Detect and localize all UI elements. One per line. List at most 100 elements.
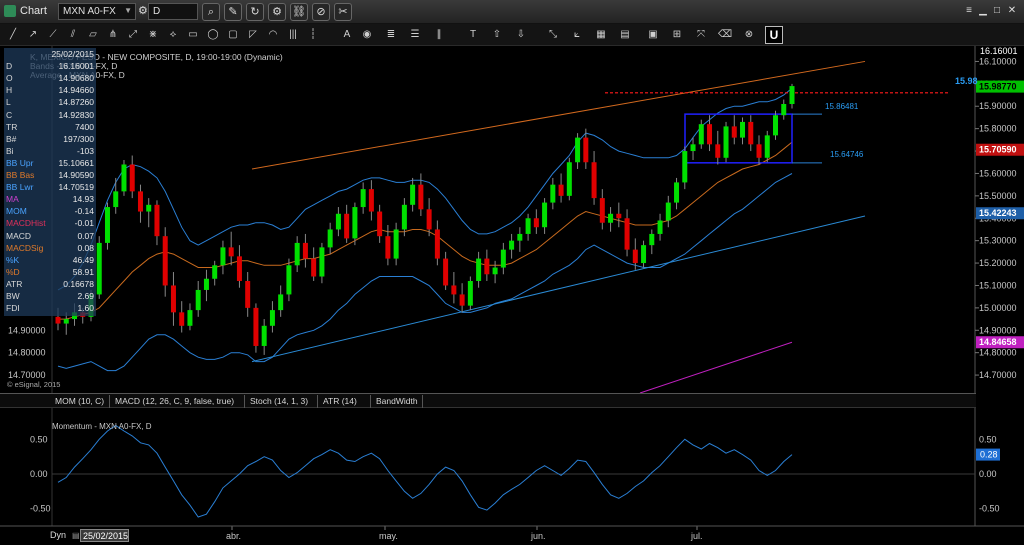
data-window-value: 0.07 <box>77 230 94 241</box>
data-window-label: BB Lwr <box>6 182 34 193</box>
candle-down <box>129 164 135 192</box>
symbol-value: MXN A0-FX <box>63 6 116 17</box>
data-window-label: %D <box>6 266 20 277</box>
trendline-icon[interactable]: ╱ <box>6 28 20 42</box>
left-price-label: 14.70000 <box>8 370 46 380</box>
cycle-lines-icon[interactable]: ||| <box>286 28 300 42</box>
parallel-lines-icon[interactable]: ⫽ <box>66 28 80 42</box>
unit-toggle-button[interactable]: U <box>765 26 783 44</box>
fib-retracement-icon[interactable]: ≣ <box>384 28 398 42</box>
candle-down <box>707 124 713 145</box>
link-icon[interactable]: ⛓ <box>290 3 308 21</box>
delete-all-icon[interactable]: ⊗ <box>742 28 756 42</box>
candle-down <box>426 209 432 230</box>
candle-down <box>443 258 449 286</box>
study-tab[interactable]: MACD (12, 26, C, 9, false, true) <box>112 395 245 408</box>
mod-icon[interactable]: ▤ <box>618 28 632 42</box>
refresh-icon[interactable]: ↻ <box>246 3 264 21</box>
date-field[interactable]: 25/02/2015 <box>80 529 129 542</box>
screenshot-icon[interactable]: ⊞ <box>670 28 684 42</box>
candle-up <box>657 220 663 234</box>
study-tab[interactable]: BandWidth <box>373 395 423 408</box>
data-window-row: O 14.90680 <box>6 73 94 84</box>
eraser-icon[interactable]: ⌫ <box>718 28 732 42</box>
calendar-icon[interactable]: ▤ <box>72 531 80 540</box>
pencil-icon[interactable]: ✎ <box>224 3 242 21</box>
moving-average-tag: 15.70590 <box>979 145 1017 155</box>
interval-value: D <box>153 6 161 17</box>
candle-up <box>335 213 341 230</box>
text-tool-icon[interactable]: A <box>340 28 354 42</box>
window-menu-icon[interactable]: ≡ <box>962 4 976 18</box>
rounded-rect-icon[interactable]: ▢ <box>226 28 240 42</box>
ray-icon[interactable]: ↗ <box>26 28 40 42</box>
candle-up <box>121 164 127 192</box>
candle-down <box>533 218 539 228</box>
magenta-line-tag: 14.84658 <box>979 337 1017 347</box>
search-icon[interactable]: ⌕ <box>202 3 220 21</box>
study-tab[interactable]: ATR (14) <box>320 395 371 408</box>
circle-tool-icon[interactable]: ◉ <box>360 28 374 42</box>
text-box-icon[interactable]: T <box>466 28 480 42</box>
gann-icon[interactable]: ⋇ <box>146 28 160 42</box>
fan-icon[interactable]: ⟡ <box>166 28 180 42</box>
settings-icon[interactable]: ⚙ <box>268 3 286 21</box>
extended-line-icon[interactable]: ⟋ <box>46 28 60 42</box>
candle-up <box>352 207 358 239</box>
rectangle-icon[interactable]: ▭ <box>186 28 200 42</box>
study-tab-label: MOM (10, C) <box>55 396 105 406</box>
candle-up <box>773 115 779 136</box>
arrow-down-icon[interactable]: ⇩ <box>514 28 528 42</box>
fib-extension-icon[interactable]: ☰ <box>408 28 422 42</box>
triangle-icon[interactable]: ◸ <box>246 28 260 42</box>
gear-icon[interactable]: ⚙ <box>138 3 148 21</box>
candle-up <box>195 289 201 311</box>
study-tab[interactable]: MOM (10, C) <box>52 395 110 408</box>
close-icon[interactable]: ✕ <box>1005 4 1019 18</box>
ellipse-icon[interactable]: ◯ <box>206 28 220 42</box>
zoom-box-icon[interactable]: ▣ <box>646 28 660 42</box>
dynamic-mode-label[interactable]: Dyn <box>50 530 66 540</box>
price-tick-label: 15.00000 <box>979 303 1017 313</box>
measure-icon[interactable]: ⟀ <box>570 28 584 42</box>
cursor-icon[interactable]: ▦ <box>594 28 608 42</box>
arc-icon[interactable]: ◠ <box>266 28 280 42</box>
lock-icon[interactable]: ⊘ <box>312 3 330 21</box>
regression-icon[interactable]: ⤢ <box>126 28 140 42</box>
data-window-row: MA 14.93 <box>6 194 94 205</box>
candle-up <box>550 184 556 203</box>
arrow-up-icon[interactable]: ⇧ <box>490 28 504 42</box>
crosshair-icon[interactable]: ⤡ <box>546 28 560 42</box>
study-tab-label: Stoch (14, 1, 3) <box>250 396 309 406</box>
tools-icon[interactable]: ✂ <box>334 3 352 21</box>
data-window-label: TR <box>6 121 18 132</box>
data-window-row: BB Upr 15.10661 <box>6 158 94 169</box>
minimize-icon[interactable]: ▁ <box>976 4 990 18</box>
cross-lines-icon[interactable]: ⤧ <box>694 28 708 42</box>
candle-up <box>113 191 119 208</box>
chevron-down-icon[interactable]: ▼ <box>124 6 132 15</box>
left-price-label: 14.90000 <box>8 325 46 335</box>
price-tick-label: 16.10000 <box>979 56 1017 66</box>
symbol-input[interactable]: MXN A0-FX ▼ <box>58 3 136 20</box>
left-price-label: 14.80000 <box>8 348 46 358</box>
maximize-icon[interactable]: □ <box>990 4 1004 18</box>
chart-canvas[interactable]: 16.1000016.0000015.9000015.8000015.70000… <box>0 46 1024 545</box>
candle-down <box>154 204 160 237</box>
data-window-value: 58.91 <box>72 266 94 277</box>
price-tick-label: 15.60000 <box>979 168 1017 178</box>
data-window-value: 14.87260 <box>58 97 94 108</box>
data-window-row: B# 197/300 <box>6 134 94 145</box>
candle-up <box>525 218 531 234</box>
interval-input[interactable]: D <box>148 3 198 20</box>
fib-time-icon[interactable]: ∥ <box>432 28 446 42</box>
box-bottom-label: 15.64746 <box>830 150 864 159</box>
study-tab[interactable]: Stoch (14, 1, 3) <box>247 395 318 408</box>
candle-down <box>236 256 242 281</box>
pitchfork-icon[interactable]: ⋔ <box>106 28 120 42</box>
time-lines-icon[interactable]: ┆ <box>306 28 320 42</box>
data-window-label: MACDHist <box>6 218 46 229</box>
candle-up <box>665 202 671 221</box>
channel-icon[interactable]: ▱ <box>86 28 100 42</box>
data-window-row: BB Bas 14.90590 <box>6 170 94 181</box>
